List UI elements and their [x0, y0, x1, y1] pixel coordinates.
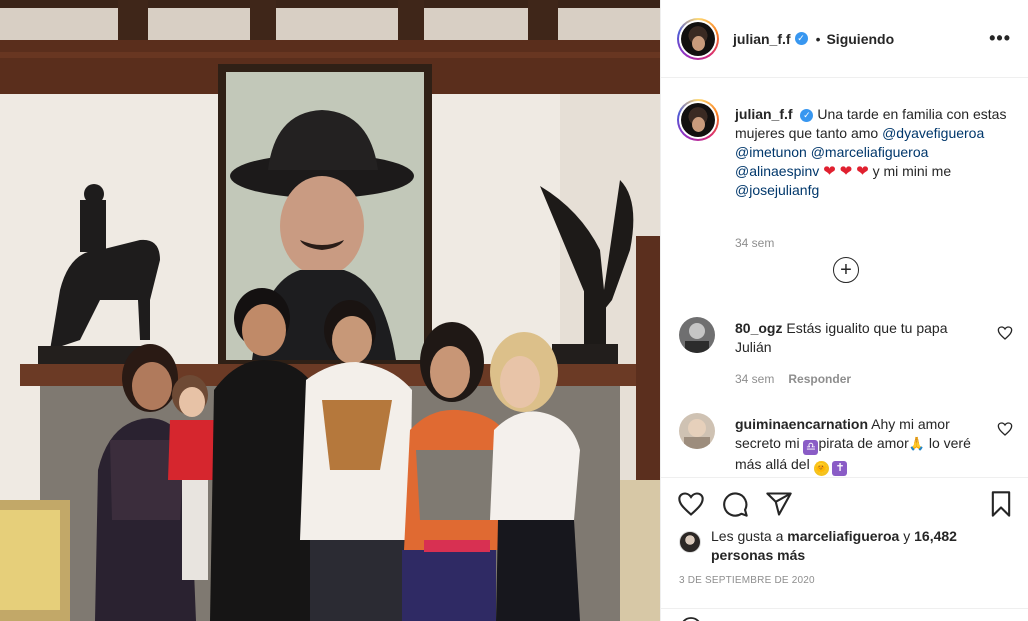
comment-text: 80_ogz Estás igualito que tu papa Julián	[735, 319, 975, 357]
comment-like-heart-icon[interactable]	[997, 325, 1013, 341]
bookmark-icon[interactable]	[987, 490, 1015, 518]
following-button[interactable]: Siguiendo	[826, 31, 894, 47]
comment-username[interactable]: 80_ogz	[735, 320, 782, 336]
verified-badge-icon: ✓	[800, 109, 814, 122]
heart-emoji-icon: ❤	[856, 163, 869, 180]
comments-section[interactable]: julian_f.f ✓ Una tarde en familia con es…	[661, 79, 1028, 477]
heart-icon[interactable]	[677, 490, 705, 518]
cross-emoji-icon: ✝	[832, 461, 848, 476]
mention-link[interactable]: @alinaespinv	[735, 163, 819, 179]
mention-link[interactable]: @dyavefigueroa	[882, 125, 984, 141]
more-options-button[interactable]: •••	[989, 28, 1011, 49]
mention-link[interactable]: @josejulianfg	[735, 182, 819, 198]
likes-prefix: Les gusta a	[711, 528, 784, 544]
comment-body: pirata de amor	[818, 435, 909, 451]
comment-username[interactable]: guiminaencarnation	[735, 416, 868, 432]
comment-like-heart-icon[interactable]	[997, 421, 1013, 437]
caption-text: julian_f.f ✓ Una tarde en familia con es…	[735, 105, 1013, 200]
caption-username[interactable]: julian_f.f	[735, 106, 793, 122]
sun-emoji-icon: 🌞	[813, 461, 829, 476]
load-more-comments-button[interactable]: +	[833, 257, 859, 283]
likes-conj: y	[903, 528, 911, 544]
mention-link[interactable]: @imetunon	[735, 144, 807, 160]
post-actions: Les gusta a marceliafigueroa y 16,482 pe…	[661, 477, 1028, 621]
post-photo[interactable]	[0, 0, 660, 621]
heart-emoji-icon: ❤	[823, 163, 836, 180]
libra-emoji-icon: ♎	[803, 440, 819, 455]
likes-summary: Les gusta a marceliafigueroa y 16,482 pe…	[679, 527, 1009, 565]
likes-text: Les gusta a marceliafigueroa y 16,482 pe…	[711, 527, 1009, 565]
liker-username[interactable]: marceliafigueroa	[787, 528, 899, 544]
post-header: julian_f.f ✓ • Siguiendo •••	[661, 0, 1028, 78]
commenter-avatar[interactable]	[679, 413, 715, 449]
comment-icon[interactable]	[721, 490, 749, 518]
comment-text: guiminaencarnation Ahy mi amor secreto m…	[735, 415, 975, 476]
share-icon[interactable]	[765, 490, 793, 518]
author-username[interactable]: julian_f.f	[733, 31, 791, 47]
caption-avatar[interactable]	[677, 99, 719, 141]
reply-button[interactable]: Responder	[788, 372, 851, 386]
comment-meta: 34 sem Responder	[735, 372, 851, 386]
family-photo-image	[0, 0, 660, 621]
post-side-panel: julian_f.f ✓ • Siguiendo ••• julian_f.f …	[660, 0, 1028, 621]
header-separator: •	[815, 30, 821, 47]
pray-emoji-icon: 🙏	[908, 436, 925, 451]
commenter-avatar[interactable]	[679, 317, 715, 353]
post-date[interactable]: 3 DE SEPTIEMBRE DE 2020	[679, 575, 815, 586]
heart-emoji-icon: ❤	[839, 163, 853, 180]
mention-link[interactable]: @marceliafigueroa	[811, 144, 929, 160]
liker-avatar[interactable]	[679, 531, 701, 553]
verified-badge-icon: ✓	[794, 32, 808, 45]
comment-time[interactable]: 34 sem	[735, 372, 774, 386]
add-comment-divider	[661, 608, 1028, 609]
emoji-icon[interactable]	[679, 616, 703, 621]
author-avatar[interactable]	[677, 17, 719, 60]
caption-time[interactable]: 34 sem	[735, 236, 774, 250]
caption-body: y mi mini me	[872, 163, 952, 179]
